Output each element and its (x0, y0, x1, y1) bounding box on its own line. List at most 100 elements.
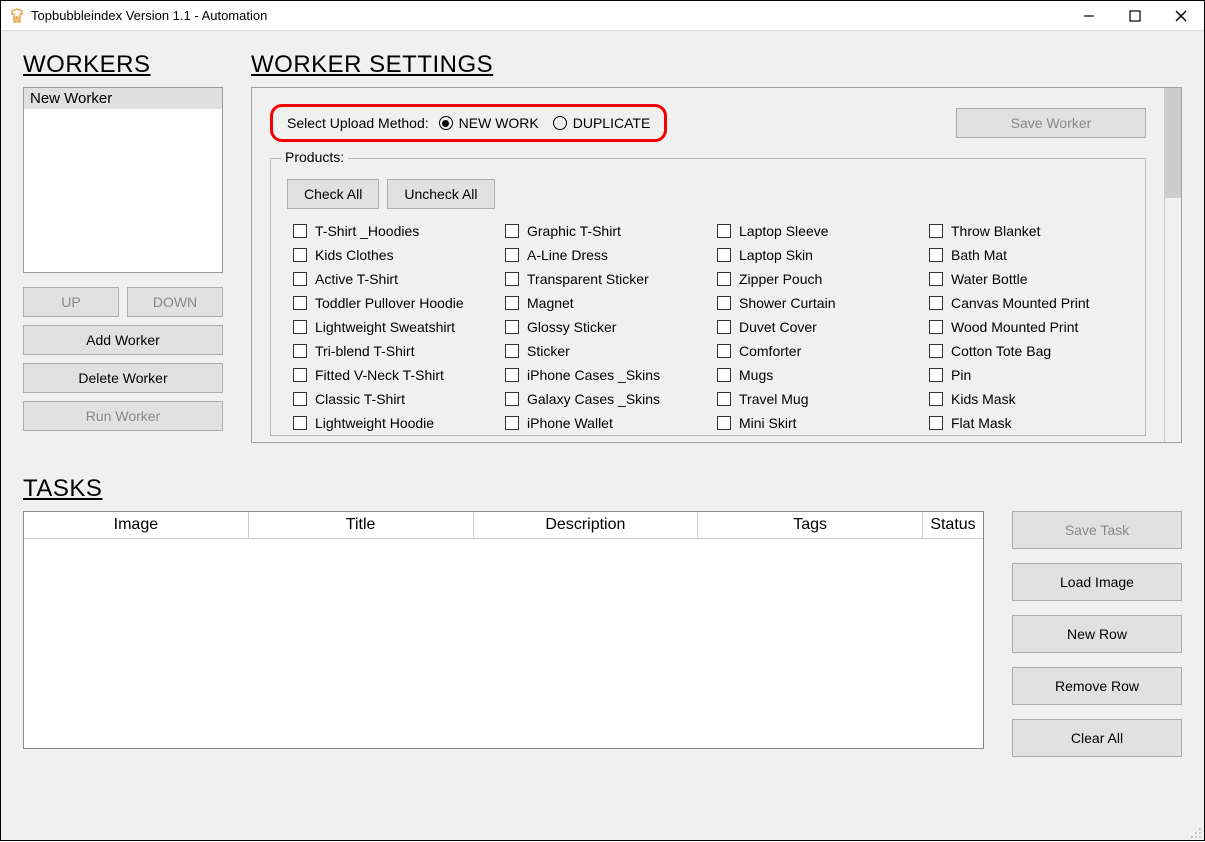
product-checkbox[interactable]: Sticker (499, 343, 705, 359)
product-checkbox[interactable]: Lightweight Sweatshirt (287, 319, 493, 335)
checkbox-icon[interactable] (505, 416, 519, 430)
delete-worker-button[interactable]: Delete Worker (23, 363, 223, 393)
product-checkbox[interactable]: Cotton Tote Bag (923, 343, 1129, 359)
product-checkbox[interactable]: Laptop Sleeve (711, 223, 917, 239)
product-checkbox[interactable]: iPhone Cases _Skins (499, 367, 705, 383)
duplicate-radio[interactable]: DUPLICATE (553, 115, 651, 131)
checkbox-icon[interactable] (293, 344, 307, 358)
product-checkbox[interactable]: Duvet Cover (711, 319, 917, 335)
checkbox-icon[interactable] (929, 368, 943, 382)
worker-list-item[interactable]: New Worker (24, 88, 222, 109)
product-checkbox[interactable]: Galaxy Cases _Skins (499, 391, 705, 407)
tasks-table[interactable]: Image Title Description Tags Status (23, 511, 984, 749)
product-checkbox[interactable]: Fitted V-Neck T-Shirt (287, 367, 493, 383)
checkbox-icon[interactable] (929, 272, 943, 286)
product-checkbox[interactable]: Kids Mask (923, 391, 1129, 407)
clear-all-button[interactable]: Clear All (1012, 719, 1182, 757)
checkbox-icon[interactable] (717, 368, 731, 382)
col-title[interactable]: Title (249, 512, 474, 538)
checkbox-icon[interactable] (929, 392, 943, 406)
add-worker-button[interactable]: Add Worker (23, 325, 223, 355)
product-checkbox[interactable]: Zipper Pouch (711, 271, 917, 287)
checkbox-icon[interactable] (929, 416, 943, 430)
product-checkbox[interactable]: Comforter (711, 343, 917, 359)
checkbox-icon[interactable] (929, 344, 943, 358)
checkbox-icon[interactable] (929, 224, 943, 238)
checkbox-icon[interactable] (717, 416, 731, 430)
product-checkbox[interactable]: Magnet (499, 295, 705, 311)
product-checkbox[interactable]: Canvas Mounted Print (923, 295, 1129, 311)
product-checkbox[interactable]: Laptop Skin (711, 247, 917, 263)
workers-listbox[interactable]: New Worker (23, 87, 223, 273)
run-worker-button[interactable]: Run Worker (23, 401, 223, 431)
up-button[interactable]: UP (23, 287, 119, 317)
checkbox-icon[interactable] (293, 272, 307, 286)
checkbox-icon[interactable] (505, 368, 519, 382)
checkbox-icon[interactable] (717, 272, 731, 286)
checkbox-icon[interactable] (293, 392, 307, 406)
product-checkbox[interactable]: Kids Clothes (287, 247, 493, 263)
product-checkbox[interactable]: Mini Skirt (711, 415, 917, 431)
product-checkbox[interactable]: A-Line Dress (499, 247, 705, 263)
col-status[interactable]: Status (923, 512, 983, 538)
checkbox-icon[interactable] (505, 272, 519, 286)
col-description[interactable]: Description (474, 512, 699, 538)
product-checkbox[interactable]: Active T-Shirt (287, 271, 493, 287)
product-checkbox[interactable]: Transparent Sticker (499, 271, 705, 287)
product-checkbox[interactable]: Mugs (711, 367, 917, 383)
col-tags[interactable]: Tags (698, 512, 923, 538)
product-checkbox[interactable]: Tri-blend T-Shirt (287, 343, 493, 359)
product-checkbox[interactable]: Shower Curtain (711, 295, 917, 311)
checkbox-icon[interactable] (293, 320, 307, 334)
product-checkbox[interactable]: Travel Mug (711, 391, 917, 407)
checkbox-icon[interactable] (293, 416, 307, 430)
scroll-thumb[interactable] (1165, 88, 1181, 198)
checkbox-icon[interactable] (717, 224, 731, 238)
product-checkbox[interactable]: Wood Mounted Print (923, 319, 1129, 335)
checkbox-icon[interactable] (717, 296, 731, 310)
checkbox-icon[interactable] (929, 296, 943, 310)
checkbox-icon[interactable] (293, 224, 307, 238)
new-work-radio[interactable]: NEW WORK (439, 115, 539, 131)
save-task-button[interactable]: Save Task (1012, 511, 1182, 549)
load-image-button[interactable]: Load Image (1012, 563, 1182, 601)
col-image[interactable]: Image (24, 512, 249, 538)
checkbox-icon[interactable] (717, 248, 731, 262)
product-checkbox[interactable]: iPhone Wallet (499, 415, 705, 431)
checkbox-icon[interactable] (505, 296, 519, 310)
checkbox-icon[interactable] (717, 320, 731, 334)
new-row-button[interactable]: New Row (1012, 615, 1182, 653)
checkbox-icon[interactable] (505, 224, 519, 238)
checkbox-icon[interactable] (293, 248, 307, 262)
checkbox-icon[interactable] (505, 392, 519, 406)
product-checkbox[interactable]: Toddler Pullover Hoodie (287, 295, 493, 311)
checkbox-icon[interactable] (505, 248, 519, 262)
product-checkbox[interactable]: Water Bottle (923, 271, 1129, 287)
resize-grip-icon[interactable] (1190, 826, 1202, 838)
minimize-button[interactable] (1066, 1, 1112, 31)
maximize-button[interactable] (1112, 1, 1158, 31)
save-worker-button[interactable]: Save Worker (956, 108, 1146, 138)
checkbox-icon[interactable] (505, 344, 519, 358)
checkbox-icon[interactable] (717, 392, 731, 406)
remove-row-button[interactable]: Remove Row (1012, 667, 1182, 705)
product-checkbox[interactable]: Pin (923, 367, 1129, 383)
close-button[interactable] (1158, 1, 1204, 31)
checkbox-icon[interactable] (929, 248, 943, 262)
product-checkbox[interactable]: Classic T-Shirt (287, 391, 493, 407)
down-button[interactable]: DOWN (127, 287, 223, 317)
product-checkbox[interactable]: Glossy Sticker (499, 319, 705, 335)
checkbox-icon[interactable] (929, 320, 943, 334)
checkbox-icon[interactable] (293, 296, 307, 310)
product-checkbox[interactable]: T-Shirt _Hoodies (287, 223, 493, 239)
checkbox-icon[interactable] (505, 320, 519, 334)
settings-scrollbar[interactable] (1164, 88, 1181, 442)
product-checkbox[interactable]: Bath Mat (923, 247, 1129, 263)
checkbox-icon[interactable] (717, 344, 731, 358)
product-checkbox[interactable]: Lightweight Hoodie (287, 415, 493, 431)
product-checkbox[interactable]: Flat Mask (923, 415, 1129, 431)
product-checkbox[interactable]: Graphic T-Shirt (499, 223, 705, 239)
product-checkbox[interactable]: Throw Blanket (923, 223, 1129, 239)
check-all-button[interactable]: Check All (287, 179, 379, 209)
uncheck-all-button[interactable]: Uncheck All (387, 179, 494, 209)
